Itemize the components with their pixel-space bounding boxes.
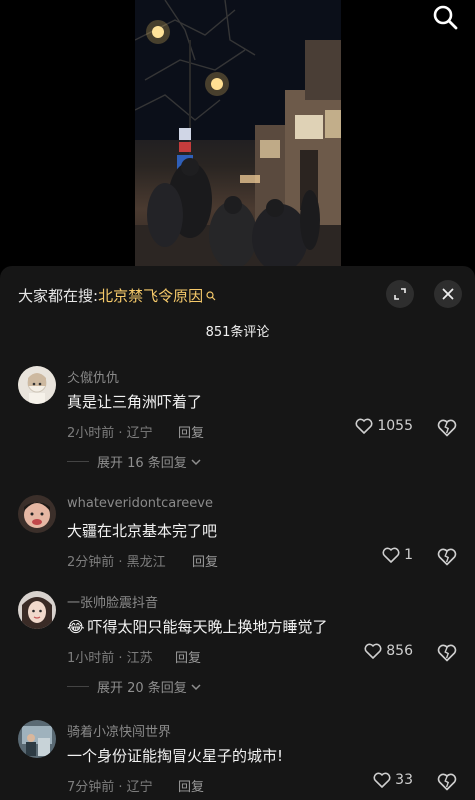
expand-icon [394,288,406,300]
heart-icon [364,643,382,659]
avatar[interactable] [18,720,56,758]
comment-time-location: 2分钟前 · 黑龙江 [67,555,166,570]
reply-button[interactable]: 回复 [178,422,204,441]
broken-heart-icon [437,644,457,662]
divider-line [67,686,89,687]
like-button[interactable]: 856 [364,643,413,659]
comment-text: 大疆在北京基本完了吧 [67,522,218,540]
expand-replies[interactable]: 展开 20 条回复 [67,677,202,696]
comment-time-location: 1小时前 · 江苏 [67,651,153,666]
expand-replies-label: 展开 16 条回复 [97,456,187,471]
comment-count: 851条评论 [205,325,270,340]
close-icon [442,288,454,300]
avatar[interactable] [18,366,56,404]
dislike-button[interactable] [437,773,457,795]
avatar[interactable] [18,591,56,629]
dislike-button[interactable] [437,419,457,441]
search-suggestion-keyword[interactable]: 北京禁飞令原因 [98,286,203,306]
comment-time-location: 2小时前 · 辽宁 [67,426,153,441]
chevron-down-icon [191,683,201,690]
like-button[interactable]: 33 [373,772,413,788]
dislike-button[interactable] [437,548,457,570]
like-count: 1 [404,547,413,563]
search-suggestion[interactable]: 大家都在搜: 北京禁飞令原因 [18,286,216,306]
video-frame[interactable] [135,0,341,268]
comment-text-body: 吓得太阳只能每天晚上换地方睡觉了 [87,618,328,636]
comment-sheet: 大家都在搜: 北京禁飞令原因 851条评论 仌僦仇仇 真是让三角洲吓着了 2小时… [0,266,475,800]
reply-button[interactable]: 回复 [192,551,218,570]
like-button[interactable]: 1055 [355,418,413,434]
like-count: 1055 [377,418,413,434]
search-suggestion-prefix: 大家都在搜: [18,287,99,305]
expand-sheet-button[interactable] [386,280,414,308]
broken-heart-icon [437,548,457,566]
avatar[interactable] [18,495,56,533]
video-area[interactable] [0,0,475,268]
dislike-button[interactable] [437,644,457,666]
laughing-emoji-icon: 😂 [67,618,85,636]
comment-username[interactable]: 仌僦仇仇 [67,367,119,386]
comment-text: 一个身份证能掏冒火星子的城市! [67,747,284,765]
like-count: 33 [395,772,413,788]
broken-heart-icon [437,419,457,437]
like-button[interactable]: 1 [382,547,413,563]
expand-replies-label: 展开 20 条回复 [97,681,187,696]
search-icon [433,5,458,30]
search-button[interactable] [426,0,464,34]
comment-text: 😂 吓得太阳只能每天晚上换地方睡觉了 [67,616,328,637]
search-small-icon [206,291,216,301]
like-count: 856 [386,643,413,659]
close-sheet-button[interactable] [434,280,462,308]
chevron-down-icon [191,458,201,465]
comment-username[interactable]: 一张帅脸震抖音 [67,592,158,611]
heart-icon [373,772,391,788]
comment-username[interactable]: 骑着小凉快闯世界 [67,721,171,740]
reply-button[interactable]: 回复 [175,647,201,666]
comment-time-location: 7分钟前 · 辽宁 [67,780,153,795]
reply-button[interactable]: 回复 [178,776,204,795]
street-night-scene [135,0,341,268]
divider-line [67,461,89,462]
heart-icon [355,418,373,434]
heart-icon [382,547,400,563]
comment-username[interactable]: whateveridontcareeve [67,496,213,511]
expand-replies[interactable]: 展开 16 条回复 [67,452,202,471]
broken-heart-icon [437,773,457,791]
comment-text: 真是让三角洲吓着了 [67,393,203,411]
